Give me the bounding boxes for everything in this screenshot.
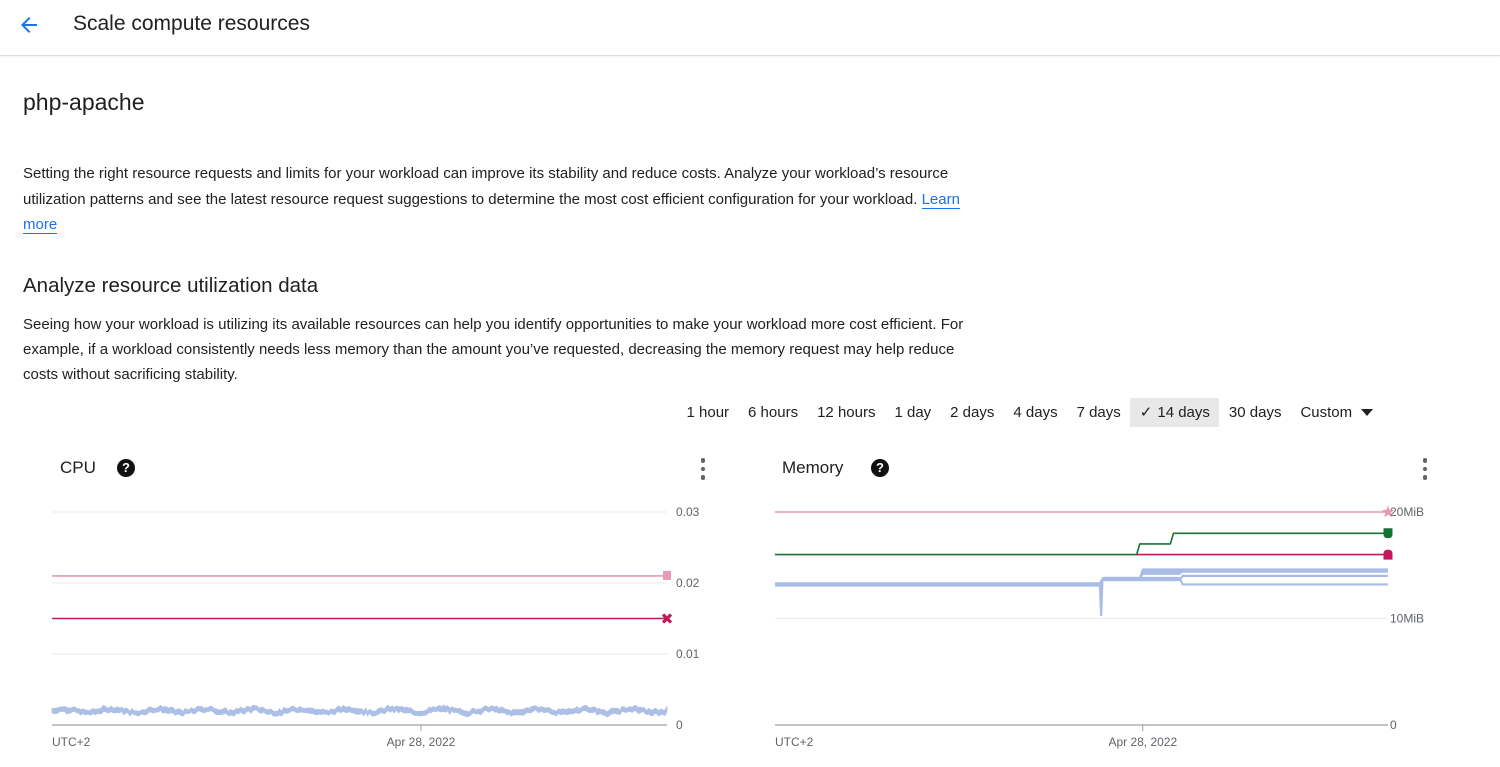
y-tick-label: 0 [1390, 718, 1397, 732]
page-title: Scale compute resources [73, 12, 310, 35]
timezone-label: UTC+2 [52, 735, 91, 749]
y-tick-label: 20MiB [1390, 505, 1424, 519]
workload-name: php-apache [23, 89, 145, 115]
memory-chart: 0 10MiB 20MiB UTC+2 Apr 28, 2022 [775, 505, 1424, 749]
range-7-days[interactable]: 7 days [1067, 398, 1130, 427]
memory-chart-card: Memory ? 0 10MiB 20MiB UTC+2 Apr 28, 2022 [720, 450, 1428, 760]
section-description: Seeing how your workload is utilizing it… [23, 316, 964, 383]
y-tick-label: 10MiB [1390, 612, 1424, 626]
cpu-chart: 0 0.01 0.02 0.03 UTC+2 Apr 28, 2022 [51, 505, 700, 749]
range-1-day[interactable]: 1 day [885, 398, 941, 427]
time-range-selector: 1 hour 6 hours 12 hours 1 day 2 days 4 d… [677, 398, 1383, 427]
y-tick-label: 0.02 [676, 576, 700, 590]
y-tick-label: 0.03 [676, 505, 700, 519]
range-2-days[interactable]: 2 days [941, 398, 1004, 427]
intro-paragraph: Setting the right resource requests and … [23, 161, 983, 238]
series-usage-dip [1098, 581, 1104, 617]
x-tick-label: Apr 28, 2022 [387, 735, 456, 749]
intro-text: Setting the right resource requests and … [23, 165, 949, 208]
range-14-days[interactable]: ✓ 14 days [1130, 398, 1220, 427]
series-usage [51, 704, 668, 718]
range-6-hours[interactable]: 6 hours [739, 398, 808, 427]
cpu-chart-card: CPU ? 0 0.01 0.02 0.03 UTC+2 Apr 28, 2022 [0, 450, 706, 760]
marker-shield [1383, 528, 1393, 539]
range-12-hours[interactable]: 12 hours [808, 398, 885, 427]
section-title: Analyze resource utilization data [23, 274, 319, 297]
range-custom-dropdown[interactable]: Custom [1291, 398, 1383, 427]
range-30-days[interactable]: 30 days [1219, 398, 1291, 427]
check-icon: ✓ [1139, 404, 1153, 421]
back-button[interactable] [14, 10, 44, 40]
range-1-hour[interactable]: 1 hour [677, 398, 739, 427]
arrow-left-icon [21, 17, 37, 33]
timezone-label: UTC+2 [775, 735, 814, 749]
marker-bump [1383, 549, 1393, 560]
custom-label: Custom [1300, 404, 1353, 421]
range-4-days[interactable]: 4 days [1004, 398, 1067, 427]
range-14-days-label: 14 days [1157, 404, 1210, 421]
series-recommendation [775, 532, 1388, 556]
y-tick-label: 0.01 [676, 647, 700, 661]
y-tick-label: 0 [676, 718, 683, 732]
caret-down-icon [1361, 409, 1374, 416]
marker-square [663, 570, 671, 580]
top-bar: Scale compute resources [0, 0, 1500, 56]
x-tick-label: Apr 28, 2022 [1108, 735, 1177, 749]
